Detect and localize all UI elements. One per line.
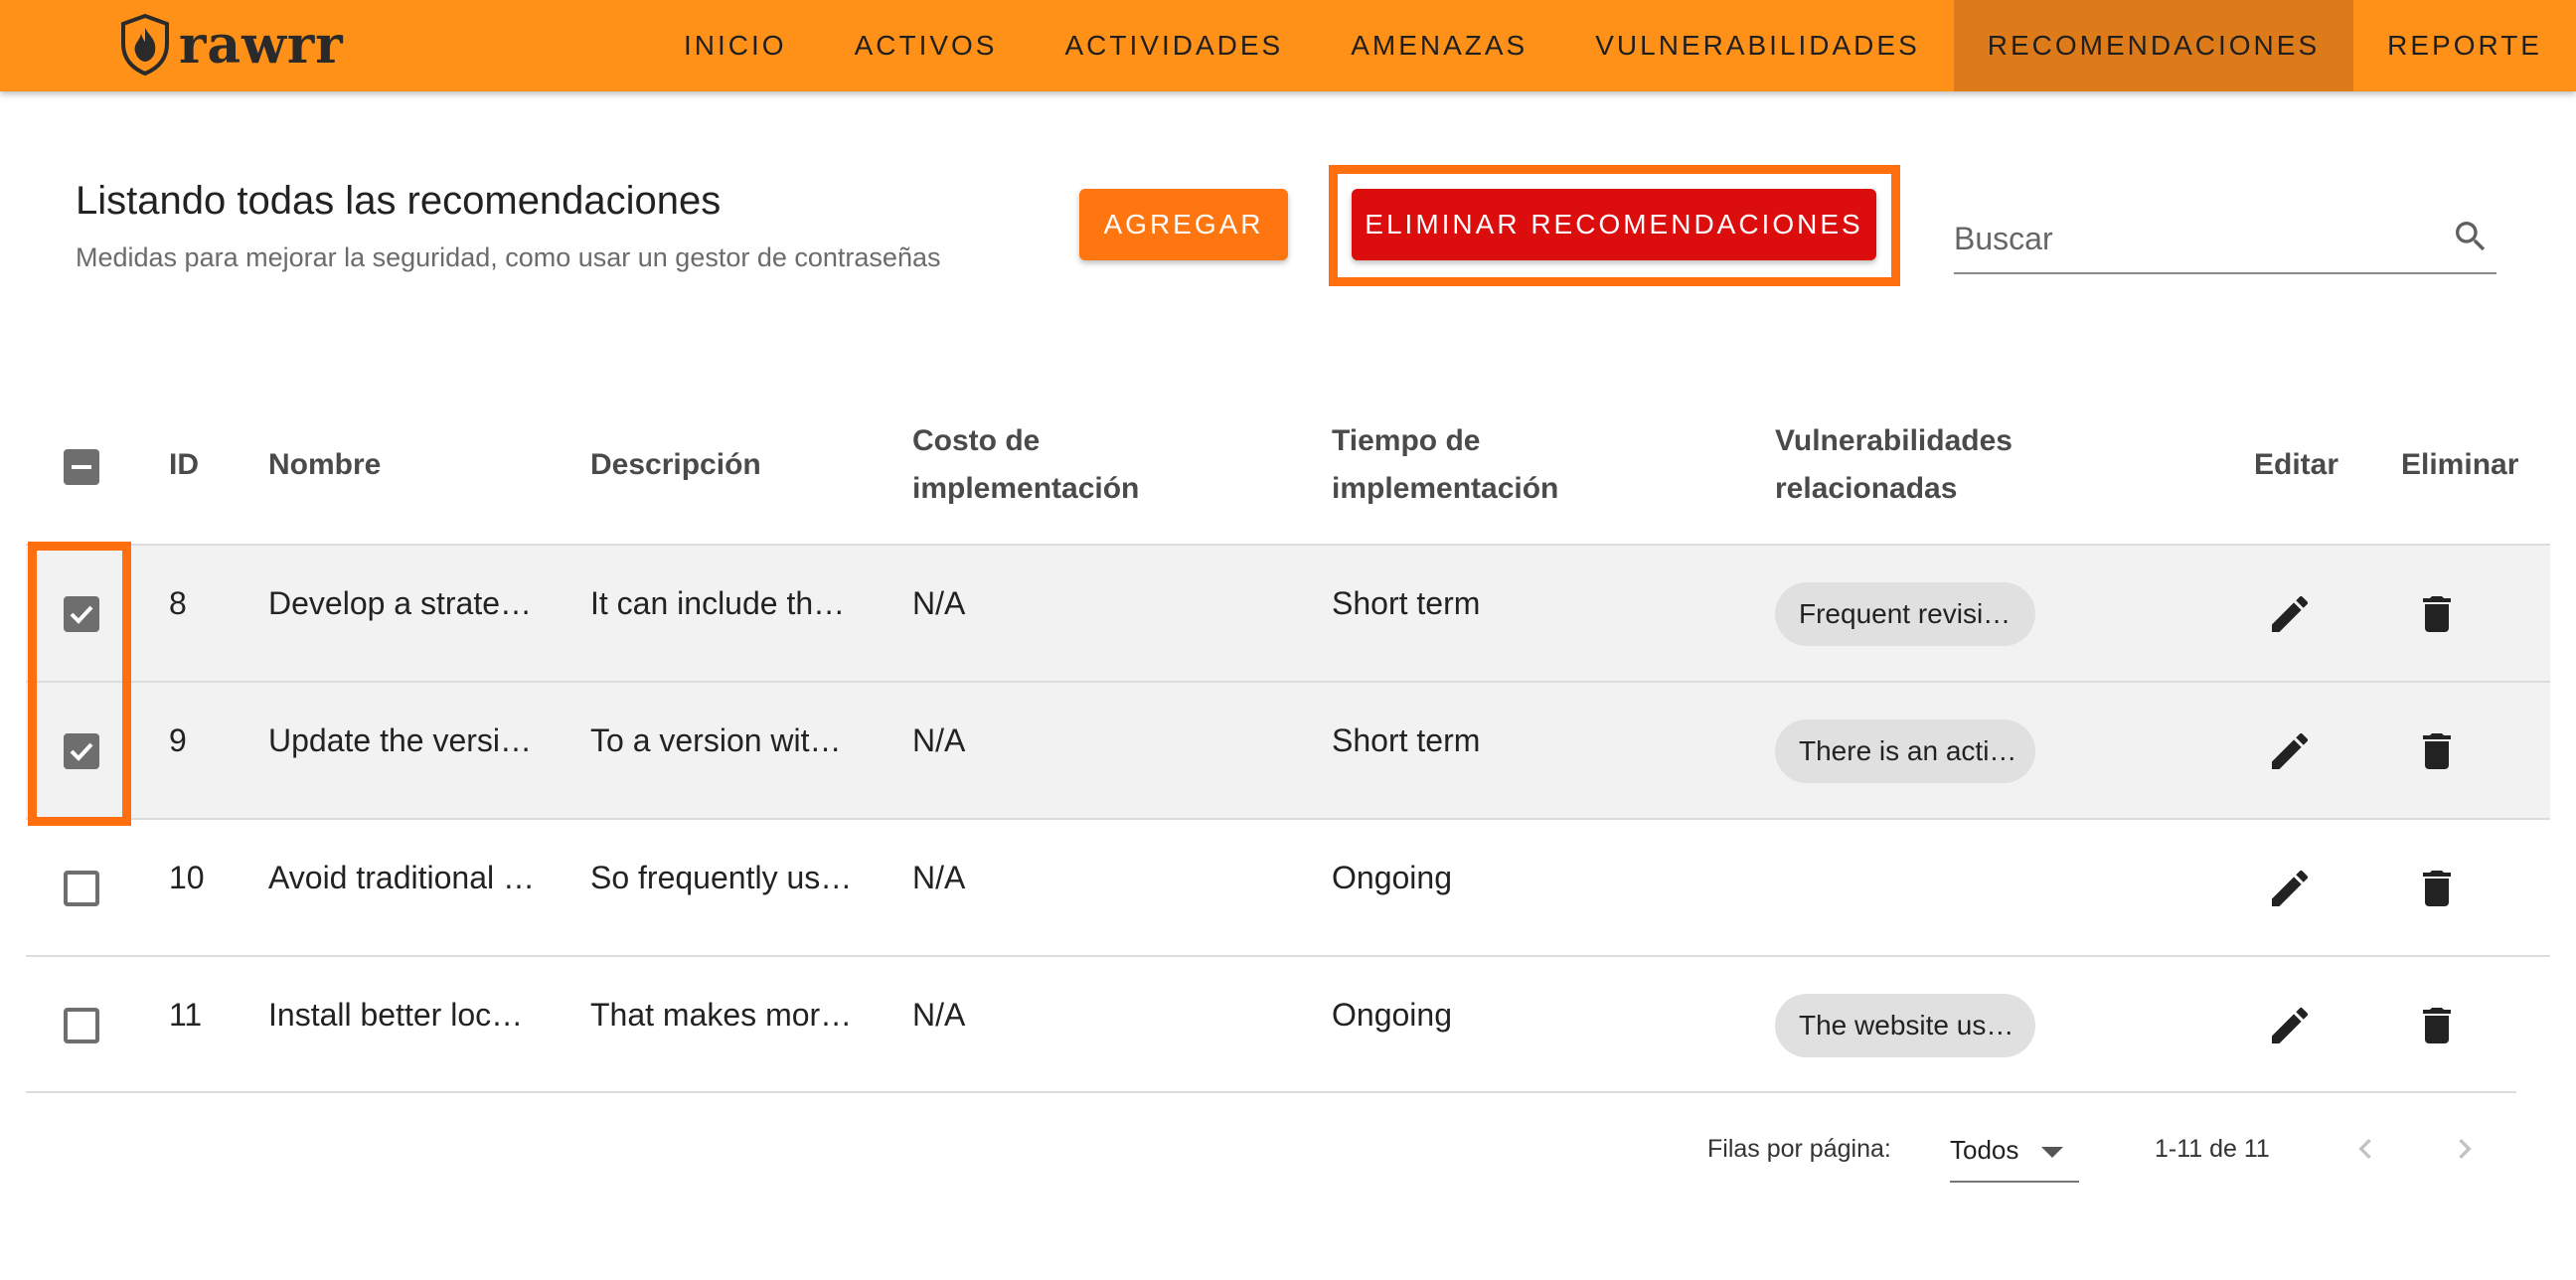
cell-time: Ongoing <box>1332 997 1452 1033</box>
edit-pencil-icon[interactable] <box>2266 865 2314 912</box>
rows-per-page-select[interactable]: Todos <box>1950 1119 2079 1183</box>
column-header-time-line2: implementación <box>1332 472 1559 505</box>
cell-cost: N/A <box>912 722 966 758</box>
table-row[interactable]: 8 Develop a strate… It can include th… N… <box>26 544 2550 681</box>
pagination-range: 1-11 de 11 <box>2155 1135 2270 1163</box>
caret-down-icon <box>2041 1147 2063 1158</box>
rows-per-page-label: Filas por página: <box>1707 1135 1891 1163</box>
select-all-checkbox[interactable] <box>64 449 99 485</box>
cell-description: To a version wit… <box>590 722 842 758</box>
delete-recommendations-button[interactable]: ELIMINAR RECOMENDACIONES <box>1352 189 1876 260</box>
row-checkbox[interactable] <box>64 871 99 906</box>
nav-item-reporte[interactable]: REPORTE <box>2353 0 2576 91</box>
main-nav: INICIO ACTIVOS ACTIVIDADES AMENAZAS VULN… <box>650 0 2576 91</box>
table-row[interactable]: 11 Install better loc… That makes mor… N… <box>26 955 2550 1092</box>
column-header-edit: Editar <box>2254 448 2339 481</box>
page-subtitle: Medidas para mejorar la seguridad, como … <box>76 242 941 272</box>
cell-id: 8 <box>169 585 187 621</box>
column-header-vulnerabilities[interactable]: Vulnerabilidades relacionadas <box>1775 417 2012 513</box>
edit-pencil-icon[interactable] <box>2266 1002 2314 1049</box>
column-header-cost-line1: Costo de <box>912 424 1041 457</box>
cell-description: So frequently us… <box>590 860 853 895</box>
logo[interactable]: rawrr <box>119 12 344 78</box>
nav-item-vulnerabilidades[interactable]: VULNERABILIDADES <box>1561 0 1954 91</box>
column-header-description[interactable]: Descripción <box>590 441 761 489</box>
delete-trash-icon[interactable] <box>2413 727 2461 775</box>
column-header-vuln-line2: relacionadas <box>1775 472 1958 505</box>
delete-trash-icon[interactable] <box>2413 865 2461 912</box>
edit-pencil-icon[interactable] <box>2266 590 2314 638</box>
nav-item-activos[interactable]: ACTIVOS <box>821 0 1032 91</box>
row-checkbox[interactable] <box>64 1008 99 1043</box>
column-header-cost[interactable]: Costo de implementación <box>912 417 1139 513</box>
chevron-right-icon[interactable] <box>2445 1129 2485 1169</box>
search-field[interactable]: Buscar <box>1954 209 2496 274</box>
rows-per-page-value: Todos <box>1950 1135 2019 1165</box>
table-row[interactable]: 10 Avoid traditional … So frequently us…… <box>26 818 2550 955</box>
cell-name: Install better loc… <box>268 997 524 1033</box>
nav-item-inicio[interactable]: INICIO <box>650 0 821 91</box>
cell-time: Short term <box>1332 585 1481 621</box>
column-header-vuln-line1: Vulnerabilidades <box>1775 424 2012 457</box>
shield-logo-icon <box>121 14 169 76</box>
cell-name: Update the versi… <box>268 722 533 758</box>
vulnerability-chip[interactable]: There is an acti… <box>1775 720 2035 783</box>
table-bottom-divider <box>26 1091 2516 1093</box>
column-header-id[interactable]: ID <box>169 441 199 489</box>
edit-pencil-icon[interactable] <box>2266 727 2314 775</box>
cell-id: 11 <box>169 997 203 1033</box>
minus-icon <box>72 465 91 469</box>
cell-cost: N/A <box>912 585 966 621</box>
cell-cost: N/A <box>912 997 966 1033</box>
column-header-name[interactable]: Nombre <box>268 441 381 489</box>
delete-trash-icon[interactable] <box>2413 590 2461 638</box>
column-header-delete: Eliminar <box>2401 448 2519 481</box>
vulnerability-chip[interactable]: The website us… <box>1775 994 2035 1057</box>
app-bar: rawrr INICIO ACTIVOS ACTIVIDADES AMENAZA… <box>0 0 2576 91</box>
column-header-cost-line2: implementación <box>912 472 1140 505</box>
search-icon[interactable] <box>2451 217 2491 256</box>
cell-cost: N/A <box>912 860 966 895</box>
chevron-left-icon[interactable] <box>2345 1129 2385 1169</box>
selected-rows-highlight <box>28 542 131 826</box>
table-row[interactable]: 9 Update the versi… To a version wit… N/… <box>26 681 2550 818</box>
cell-time: Ongoing <box>1332 860 1452 895</box>
nav-item-actividades[interactable]: ACTIVIDADES <box>1031 0 1317 91</box>
add-button[interactable]: AGREGAR <box>1079 189 1288 260</box>
cell-time: Short term <box>1332 722 1481 758</box>
vulnerability-chip[interactable]: Frequent revisi… <box>1775 582 2035 646</box>
cell-name: Avoid traditional … <box>268 860 535 895</box>
cell-description: That makes mor… <box>590 997 853 1033</box>
page-title: Listando todas las recomendaciones <box>76 179 722 223</box>
search-input[interactable]: Buscar <box>1954 221 2053 257</box>
delete-trash-icon[interactable] <box>2413 1002 2461 1049</box>
column-header-time-line1: Tiempo de <box>1332 424 1481 457</box>
cell-id: 10 <box>169 860 205 895</box>
column-header-time[interactable]: Tiempo de implementación <box>1332 417 1558 513</box>
logo-text: rawrr <box>179 14 344 76</box>
cell-id: 9 <box>169 722 187 758</box>
nav-item-amenazas[interactable]: AMENAZAS <box>1317 0 1561 91</box>
cell-name: Develop a strate… <box>268 585 533 621</box>
nav-item-recomendaciones[interactable]: RECOMENDACIONES <box>1953 0 2354 91</box>
cell-description: It can include th… <box>590 585 846 621</box>
